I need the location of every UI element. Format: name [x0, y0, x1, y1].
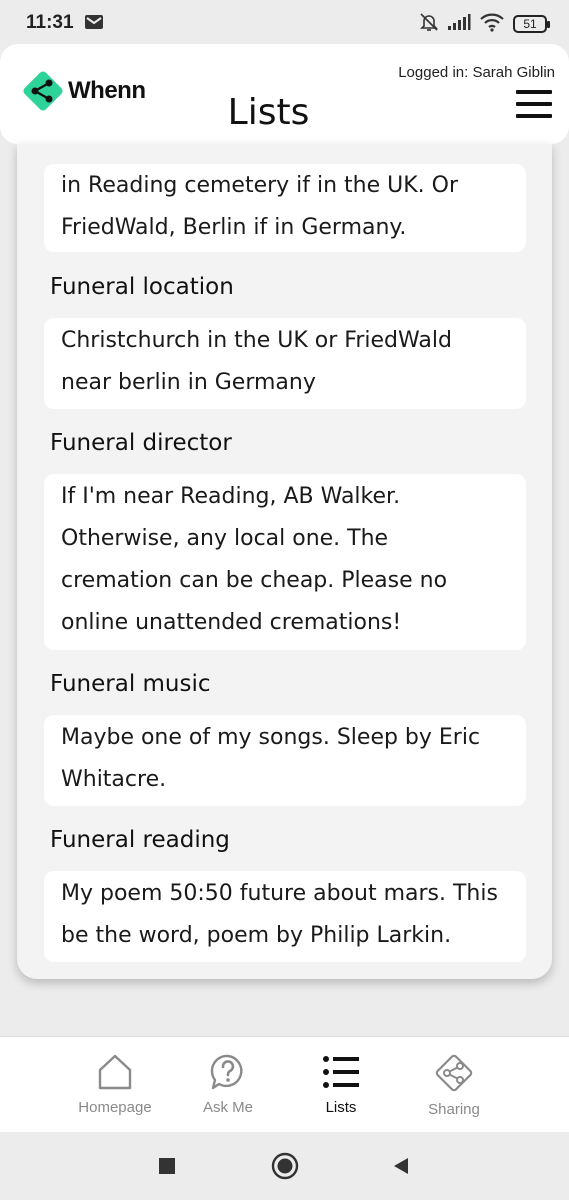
logged-in-user: Logged in: Sarah Giblin — [398, 64, 555, 81]
wifi-icon — [479, 12, 505, 36]
answer-line: Whitacre. — [61, 767, 167, 792]
bell-off-icon — [419, 12, 439, 36]
nav-ask-me[interactable]: Ask Me — [178, 1053, 278, 1116]
answer-line: Christchurch in the UK or FriedWald — [61, 328, 452, 353]
status-bar: 11:31 51 — [0, 0, 569, 44]
label-funeral-director: Funeral director — [50, 430, 232, 456]
answer-box-funeral-location: Christchurch in the UK or FriedWald near… — [44, 318, 526, 409]
status-time: 11:31 — [26, 12, 74, 33]
nav-label: Lists — [325, 1099, 357, 1116]
answer-line: Otherwise, any local one. The — [61, 526, 389, 551]
recents-square-icon[interactable] — [158, 1157, 176, 1175]
menu-line — [516, 90, 552, 94]
nav-homepage[interactable]: Homepage — [65, 1053, 165, 1116]
answer-line: be the word, poem by Philip Larkin. — [61, 923, 452, 948]
battery-icon: 51 — [513, 15, 550, 33]
answer-line: FriedWald, Berlin if in Germany. — [61, 215, 407, 240]
list-icon — [323, 1056, 359, 1088]
answer-box-burial: in Reading cemetery if in the UK. Or Fri… — [44, 164, 526, 252]
app-header: Whenn Lists Logged in: Sarah Giblin — [0, 44, 569, 144]
answer-line: in Reading cemetery if in the UK. Or — [61, 173, 459, 198]
nav-label: Homepage — [78, 1099, 152, 1116]
back-triangle-icon[interactable] — [391, 1156, 411, 1176]
nav-label: Sharing — [428, 1101, 480, 1118]
nav-lists[interactable]: Lists — [291, 1053, 391, 1116]
answer-line: If I'm near Reading, AB Walker. — [61, 484, 401, 509]
answer-line: Maybe one of my songs. Sleep by Eric — [61, 725, 481, 750]
answer-line: online unattended cremations! — [61, 610, 402, 635]
answer-box-funeral-reading: My poem 50:50 future about mars. This be… — [44, 871, 526, 962]
page-title: Lists — [227, 92, 310, 133]
hamburger-menu-button[interactable] — [516, 90, 552, 118]
menu-line — [516, 102, 552, 106]
system-nav-bar — [0, 1132, 569, 1200]
mail-icon — [84, 14, 104, 34]
signal-icon — [447, 13, 471, 35]
question-bubble-icon — [210, 1054, 243, 1090]
answer-box-funeral-director: If I'm near Reading, AB Walker. Otherwis… — [44, 474, 526, 650]
answer-line: near berlin in Germany — [61, 370, 316, 395]
home-circle-icon[interactable] — [271, 1152, 299, 1180]
label-funeral-location: Funeral location — [50, 274, 234, 300]
answer-box-funeral-music: Maybe one of my songs. Sleep by Eric Whi… — [44, 715, 526, 806]
answer-line: cremation can be cheap. Please no — [61, 568, 448, 593]
label-funeral-music: Funeral music — [50, 671, 211, 697]
status-icons: 51 — [419, 12, 550, 36]
answer-line: My poem 50:50 future about mars. This — [61, 881, 498, 906]
label-funeral-reading: Funeral reading — [50, 827, 230, 853]
bottom-nav: Homepage Ask Me Lists Sharing — [0, 1036, 569, 1132]
nav-label: Ask Me — [202, 1099, 253, 1116]
share-icon — [435, 1054, 473, 1092]
home-icon — [98, 1054, 132, 1090]
nav-sharing[interactable]: Sharing — [404, 1053, 504, 1118]
menu-line — [516, 114, 552, 118]
